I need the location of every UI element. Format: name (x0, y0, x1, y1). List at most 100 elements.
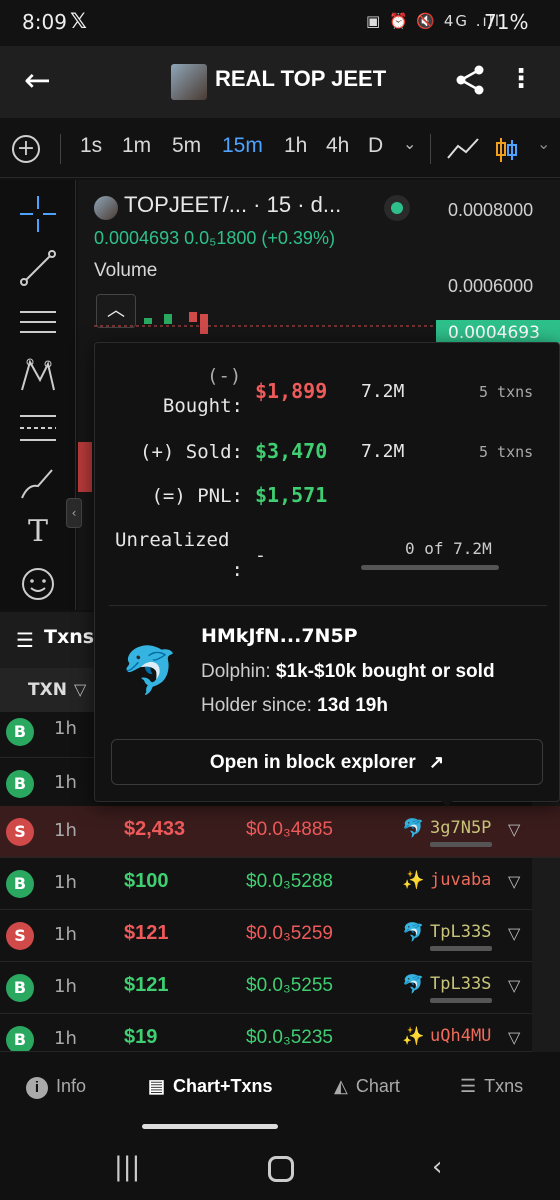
nav-chart[interactable]: ◭ Chart (334, 1076, 400, 1097)
holder-since-value: 13d 19h (317, 695, 388, 716)
sold-label: (+) Sold: (140, 441, 243, 463)
timeframe-15m[interactable]: 15m (222, 134, 263, 158)
tier-label: Dolphin: (201, 661, 271, 682)
column-txn-label: TXN (28, 680, 67, 700)
crosshair-icon[interactable] (18, 194, 58, 234)
txns-tab-label: Txns (44, 626, 95, 648)
filter-icon[interactable]: ▽ (508, 976, 520, 995)
new-wallet-sparkle-icon: ✨ (402, 1026, 425, 1047)
text-tool-icon[interactable]: T (18, 512, 58, 552)
maker-address[interactable]: uQh4MU (430, 1026, 491, 1046)
table-row[interactable]: B 1h $121 $0.0₃5255 🐬 TpL33S ▽ (0, 962, 532, 1014)
external-link-icon: ↗ (429, 752, 445, 772)
pair-label: TOPJEET/... · 15 · d... (124, 192, 342, 217)
unrealized-progress-text: 0 of 7.2M (405, 539, 492, 558)
sold-qty: 7.2M (361, 441, 405, 462)
txn-amount: $100 (124, 870, 169, 892)
buy-badge: B (6, 718, 34, 746)
x-app-icon: 𝕏 (70, 9, 87, 33)
more-options-icon[interactable]: ⋮ (508, 64, 534, 94)
txn-age: 1h (54, 1028, 77, 1049)
bought-value: $1,899 (255, 379, 328, 403)
txn-age: 1h (54, 924, 77, 945)
share-icon[interactable] (452, 62, 488, 98)
txns-tab[interactable]: ☰ Txns (0, 612, 94, 668)
timeframe-4h[interactable]: 4h (326, 134, 349, 158)
emoji-icon[interactable] (18, 564, 58, 604)
txn-amount: $121 (124, 974, 169, 996)
unrealized-label: Unrealized (115, 529, 230, 551)
list-icon: ☰ (16, 628, 34, 652)
brush-icon[interactable] (18, 462, 58, 502)
maker-address[interactable]: TpL33S (430, 974, 491, 994)
table-row[interactable]: S 1h $121 $0.0₃5259 🐬 TpL33S ▽ (0, 910, 532, 962)
timeframe-5m[interactable]: 5m (172, 134, 201, 158)
sold-value: $3,470 (255, 439, 328, 463)
table-row[interactable]: B 1h $100 $0.0₃5288 ✨ juvaba ▽ (0, 858, 532, 910)
chevron-down-icon[interactable]: ⌄ (537, 134, 550, 153)
maker-address[interactable]: juvaba (430, 870, 491, 890)
add-indicator-icon[interactable]: + (12, 135, 40, 163)
line-chart-icon[interactable] (446, 136, 480, 162)
chart-toolbar: + 1s 1m 5m 15m 1h 4h D ⌄ ⌄ (0, 120, 560, 178)
nav-info[interactable]: i Info (26, 1076, 86, 1099)
sell-badge: S (6, 818, 34, 846)
pattern-icon[interactable] (18, 356, 58, 396)
txn-price: $0.0₃5288 (246, 871, 333, 892)
filter-icon[interactable]: ▽ (508, 924, 520, 943)
status-bar: 8:09 𝕏 ▣ ⏰ 🔇 4G .ıll 71% (0, 0, 560, 46)
maker-address[interactable]: 3g7N5P (430, 818, 491, 838)
bought-qty: 7.2M (361, 381, 405, 402)
wallet-tier: Dolphin: $1k-$10k bought or sold (201, 661, 495, 683)
dolphin-icon: 🐬 (402, 818, 425, 839)
back-arrow-icon[interactable]: ← (24, 60, 51, 100)
bought-label: Bought: (162, 395, 243, 417)
fib-levels-icon[interactable] (18, 408, 58, 448)
timeframe-1s[interactable]: 1s (80, 134, 102, 158)
nav-info-label: Info (56, 1076, 87, 1096)
candlestick-icon[interactable] (496, 136, 518, 164)
bottom-navigation: i Info ▤ Chart+Txns ◭ Chart ☰ Txns (0, 1052, 560, 1130)
filter-icon[interactable]: ▽ (508, 1028, 520, 1047)
table-row[interactable]: S 1h $2,433 $0.0₃4885 🐬 3g7N5P ▽ (0, 806, 560, 858)
filter-icon[interactable]: ▽ (508, 872, 520, 891)
y-axis-tick: 0.0006000 (448, 276, 534, 296)
sell-badge: S (6, 922, 34, 950)
nav-txns[interactable]: ☰ Txns (460, 1076, 523, 1097)
timeframe-1h[interactable]: 1h (284, 134, 307, 158)
price-change: 0.0004693 0.0₅1800 (+0.39%) (94, 228, 335, 248)
trend-line-icon[interactable] (18, 248, 58, 288)
holding-bar (430, 998, 492, 1003)
txn-price: $0.0₃5235 (246, 1027, 333, 1048)
txns-column-header: TXN ▽ (0, 668, 94, 712)
filter-icon[interactable]: ▽ (508, 820, 520, 839)
table-row[interactable]: B 1h (0, 758, 94, 810)
sold-txns: 5 txns (479, 443, 534, 461)
holder-since: Holder since: 13d 19h (201, 695, 388, 717)
txn-amount: $19 (124, 1026, 158, 1048)
horizontal-lines-icon[interactable] (18, 302, 58, 342)
timeframe-1m[interactable]: 1m (122, 134, 151, 158)
pnl-label: (=) PNL: (151, 485, 243, 507)
buy-badge: B (6, 974, 34, 1002)
table-row[interactable]: B 1h $19 $0.0₃5235 ✨ uQh4MU ▽ (0, 1014, 532, 1052)
wallet-summary-popup: (-) Bought: $1,899 7.2M 5 txns (+) Sold:… (94, 342, 560, 807)
nav-chart-txns[interactable]: ▤ Chart+Txns (148, 1076, 273, 1097)
chevron-left-icon[interactable]: ‹ (66, 498, 82, 528)
back-icon[interactable]: ‹ (432, 1152, 442, 1182)
filter-icon[interactable]: ▽ (74, 680, 86, 699)
open-block-explorer-button[interactable]: Open in block explorer ↗ (111, 739, 543, 785)
new-wallet-sparkle-icon: ✨ (402, 870, 425, 891)
home-icon[interactable] (268, 1156, 294, 1182)
txn-amount: $121 (124, 922, 169, 944)
recent-apps-icon[interactable]: ||| (114, 1152, 140, 1182)
dolphin-icon: 🐬 (402, 974, 425, 995)
timeframe-d[interactable]: D (368, 134, 383, 158)
table-row[interactable]: B 1h (0, 712, 94, 758)
chevron-down-icon[interactable]: ⌄ (403, 134, 416, 153)
info-icon: i (26, 1077, 48, 1099)
txn-price: $0.0₃5259 (246, 923, 333, 944)
maker-address[interactable]: TpL33S (430, 922, 491, 942)
area-chart-icon: ◭ (334, 1076, 348, 1096)
txn-age: 1h (54, 772, 77, 793)
